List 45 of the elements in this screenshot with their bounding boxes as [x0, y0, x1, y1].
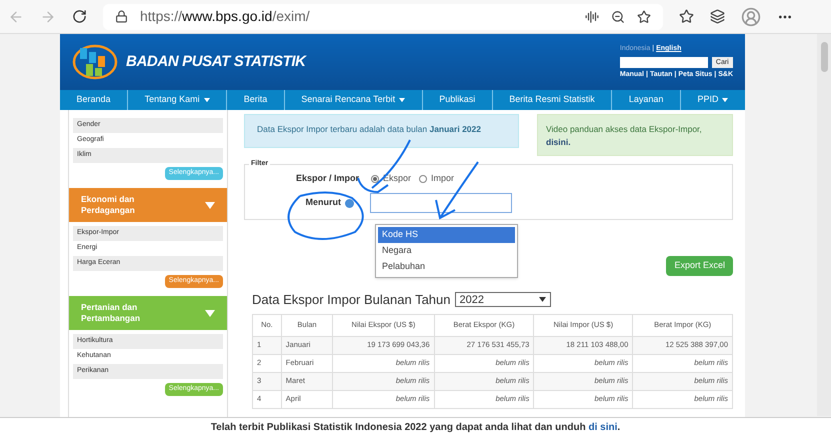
favorites-icon[interactable] — [679, 9, 694, 24]
lock-icon — [115, 10, 128, 23]
url-text: https://www.bps.go.id/exim/ — [140, 7, 310, 26]
annotation-arrow — [357, 139, 411, 193]
info-notice: Data Ekspor Impor terbaru adalah data bulan Januari 2022 — [244, 114, 519, 148]
radio-button[interactable] — [419, 175, 428, 183]
table-title: Data Ekspor Impor Bulanan Tahun — [252, 291, 450, 309]
triangle-icon — [205, 310, 215, 316]
nav-item[interactable]: Berita Resmi Statistik — [492, 90, 612, 110]
year-value: 2022 — [460, 292, 484, 308]
nav-item[interactable]: Publikasi — [422, 90, 492, 110]
profile-icon[interactable] — [741, 6, 761, 26]
nav-item[interactable]: Berita — [226, 90, 284, 110]
chevron-icon — [538, 297, 546, 302]
search-field[interactable] — [620, 56, 708, 68]
radio-option[interactable]: Impor — [419, 172, 454, 186]
site-title: BADAN PUSAT STATISTIK — [126, 52, 306, 72]
select-field[interactable] — [370, 193, 512, 213]
category-title: Ekonomi dan Perdagangan — [81, 194, 136, 216]
triangle-icon — [205, 202, 215, 208]
info-icon — [345, 198, 354, 208]
nav-item[interactable]: Tentang Kami — [127, 90, 226, 110]
nav-item[interactable]: Beranda — [60, 90, 128, 110]
reload-icon[interactable] — [72, 9, 87, 24]
favorite-add-icon[interactable] — [637, 10, 651, 24]
nav-item[interactable]: Senarai Rencana Terbit — [284, 90, 422, 110]
collections-icon[interactable] — [710, 9, 725, 24]
address-bar[interactable]: https://www.bps.go.id/exim/ — [103, 4, 663, 30]
dropdown-option[interactable]: Negara — [378, 243, 515, 259]
nav-item[interactable]: Layanan — [611, 90, 680, 110]
radio-button[interactable] — [371, 175, 379, 183]
dropdown-option[interactable]: Pelabuhan — [378, 259, 515, 275]
logo-icon — [72, 42, 118, 82]
year-select[interactable]: 2022 — [454, 292, 550, 308]
zoom-out-icon[interactable] — [611, 10, 625, 24]
download-link[interactable]: di sini — [588, 422, 618, 433]
scroll-thumb[interactable] — [820, 42, 828, 72]
field-label: Menurut — [304, 196, 342, 210]
nav-item[interactable]: PPID — [680, 90, 745, 110]
video-link[interactable]: disini. — [546, 136, 571, 148]
field-label: Ekspor / Impor — [294, 172, 360, 186]
video-notice-text: Video panduan akses data Ekspor-Impor, — [546, 123, 703, 136]
announcement-text: Telah terbit Publikasi Statistik Indonesia 2022 yang dapat anda lihat dan unduh di sini. — [210, 421, 620, 435]
category-title: Pertanian dan Pertambangan — [81, 302, 142, 324]
dropdown-option[interactable]: Kode HS — [378, 227, 515, 243]
